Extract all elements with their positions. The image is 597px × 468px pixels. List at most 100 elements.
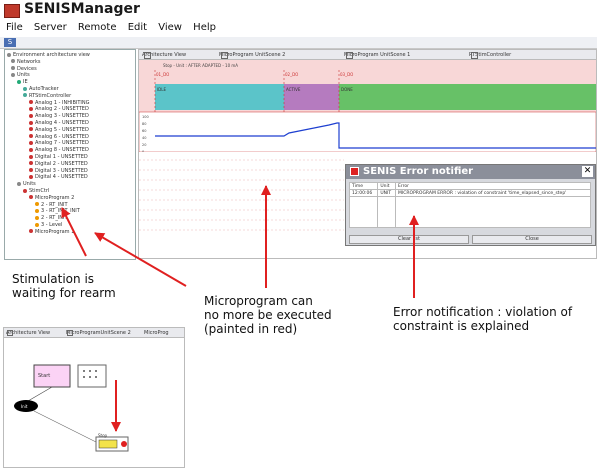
status-dot-icon	[29, 161, 33, 166]
tree-item[interactable]: Digital 3 - UNSETTED	[29, 168, 88, 174]
status-dot-icon	[23, 93, 27, 98]
event-marker-label: 03_DO	[340, 72, 353, 77]
microprogram-scene-window: Architecture View MicroProgramUnitScene …	[3, 327, 185, 468]
annotation-stimulation: Stimulation is waiting for rearm	[12, 272, 116, 300]
unit-tree[interactable]: Environment architecture view Networks Dev…	[4, 49, 136, 260]
event-marker-label: 02_DO	[285, 72, 298, 77]
close-icon[interactable]	[471, 52, 478, 59]
edge-line	[33, 410, 99, 444]
chart-header: Stop - Unit : AFTER ADAPTED - 10 mA	[163, 63, 238, 68]
window-title: SENISManager	[24, 1, 140, 17]
tree-item-label: StimCtrl	[29, 188, 50, 194]
menu-server[interactable]: Server	[34, 22, 67, 33]
menu-file[interactable]: File	[6, 22, 23, 33]
close-icon[interactable]	[221, 52, 228, 59]
tree-item-label: 3 - Level	[41, 222, 63, 228]
close-icon[interactable]	[7, 330, 13, 336]
y-tick-label: 20	[142, 143, 146, 147]
tree-item[interactable]: MicroProgram 2	[29, 195, 74, 201]
status-dot-icon	[29, 100, 33, 105]
server-button[interactable]: S	[4, 38, 16, 47]
tree-item[interactable]: IE	[17, 79, 28, 85]
tree-item[interactable]: Analog 4 - UNSETTED	[29, 120, 89, 126]
menu-remote[interactable]: Remote	[78, 22, 117, 33]
status-dot-icon	[29, 140, 33, 145]
tree-item-label: Devices	[17, 65, 37, 72]
tree-item[interactable]: 2 - RT_INIT	[35, 202, 68, 208]
tree-item[interactable]: 3 - RT_INIT_INIT	[35, 208, 80, 214]
app-logo-icon	[4, 4, 20, 18]
status-dot-icon	[7, 52, 11, 57]
tree-item[interactable]: Devices	[11, 66, 37, 72]
tree-item[interactable]: RTStimController	[23, 93, 71, 99]
tree-item-label: AutoTracker	[29, 86, 59, 92]
close-icon[interactable]	[144, 52, 151, 59]
tree-item[interactable]: Units	[11, 72, 30, 78]
column-time: Time	[348, 182, 379, 190]
tree-item-label: Analog 7 - UNSETTED	[35, 140, 89, 147]
status-dot-icon	[11, 66, 15, 71]
tree-item[interactable]: Analog 5 - UNSETTED	[29, 127, 89, 133]
tree-item[interactable]: 2 - RT_INIT	[35, 215, 68, 221]
tree-item[interactable]: Analog 8 - UNSETTED	[29, 147, 89, 153]
menu-help[interactable]: Help	[193, 22, 216, 33]
edge-line	[27, 386, 53, 402]
tree-item-label: Analog 8 - UNSETTED	[35, 147, 89, 154]
tree-item[interactable]: Analog 6 - UNSETTED	[29, 134, 89, 140]
tree-item[interactable]: Digital 2 - UNSETTED	[29, 161, 88, 167]
table-row[interactable]: 12:00:06 UNIT MICROPROGRAM ERROR : viola…	[348, 189, 591, 197]
tree-item-label: 3 - RT_INIT_INIT	[41, 208, 80, 215]
tree-item[interactable]: AutoTracker	[23, 86, 59, 92]
tree-item[interactable]: StimCtrl	[23, 188, 49, 194]
toolbar: S	[0, 37, 597, 49]
tree-item-label: Networks	[17, 58, 41, 65]
error-table: Time Unit Error 12:00:06 UNIT MICROPROGR…	[348, 182, 591, 228]
stop-node-body	[98, 439, 118, 449]
tree-item-label: Environment architecture view	[13, 52, 90, 58]
tree-item-label: Analog 6 - UNSETTED	[35, 133, 89, 140]
tree-item-label: Analog 5 - UNSETTED	[35, 126, 89, 133]
close-icon[interactable]	[346, 52, 353, 59]
status-dot-icon	[29, 174, 33, 179]
tree-item[interactable]: Networks	[11, 59, 40, 65]
tree-item-label: Analog 4 - UNSETTED	[35, 120, 89, 126]
tree-item[interactable]: Analog 2 - UNSETTED	[29, 106, 89, 112]
status-dot-icon	[11, 59, 15, 64]
tree-item[interactable]: Digital 1 - UNSETTED	[29, 154, 88, 160]
status-dot-icon	[35, 222, 39, 227]
status-dot-icon	[23, 188, 27, 193]
clear-list-button[interactable]: Clear list	[349, 235, 469, 244]
close-icon[interactable]: ✕	[582, 166, 593, 177]
tree-item-label: IE	[23, 79, 28, 86]
tree-item[interactable]: 3 - Level	[35, 222, 62, 228]
status-dot-icon	[29, 120, 33, 125]
state-segment-label: DONE	[341, 87, 353, 92]
status-dot-icon	[35, 208, 39, 213]
dots-node[interactable]	[77, 364, 107, 388]
status-dot-icon	[35, 215, 39, 220]
close-button[interactable]: Close	[472, 235, 592, 244]
tree-item[interactable]: Units	[17, 181, 36, 187]
tree-item[interactable]: Environment architecture view	[7, 52, 90, 58]
tree-item-label: Digital 2 - UNSETTED	[35, 160, 88, 167]
close-icon[interactable]	[67, 330, 73, 336]
tree-item[interactable]: Analog 7 - UNSETTED	[29, 140, 89, 146]
tree-item-label: MicroProgram 2	[35, 194, 75, 201]
menu-edit[interactable]: Edit	[128, 22, 147, 33]
status-dot-icon	[29, 106, 33, 111]
tree-item-label: Digital 3 - UNSETTED	[35, 167, 88, 174]
status-dot-icon	[17, 181, 21, 186]
tree-item[interactable]: Digital 4 - UNSETTED	[29, 174, 88, 180]
tree-item-label: 2 - RT_INIT	[41, 215, 68, 222]
error-marker-icon	[121, 441, 127, 447]
status-dot-icon	[29, 195, 33, 200]
y-tick-label: 80	[142, 122, 146, 126]
tree-item[interactable]: Analog 3 - UNSETTED	[29, 113, 89, 119]
tree-item[interactable]: MicroProgram 1	[29, 229, 74, 235]
error-title: SENIS Error notifier	[363, 166, 474, 177]
status-dot-icon	[23, 86, 27, 91]
menu-view[interactable]: View	[158, 22, 182, 33]
title-bar: SENISManager	[0, 0, 597, 20]
status-dot-icon	[29, 168, 33, 173]
tree-item[interactable]: Analog 1 - INHIBITING	[29, 100, 90, 106]
